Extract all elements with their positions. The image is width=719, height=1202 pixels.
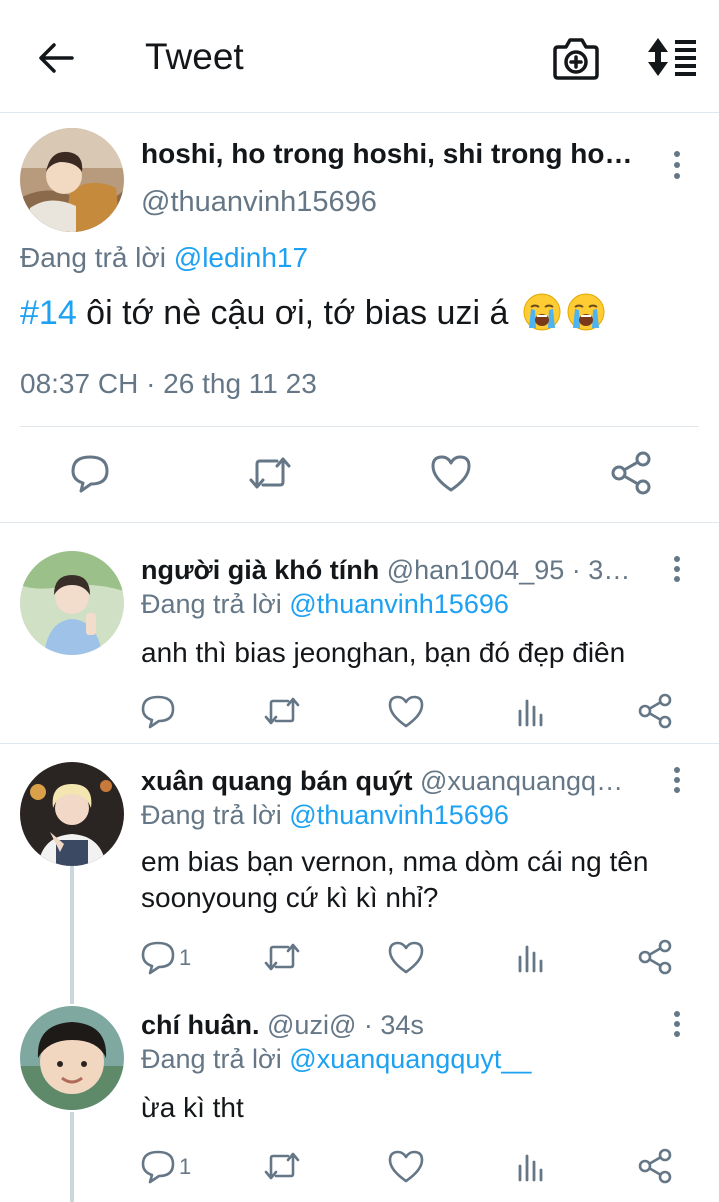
more-options-icon[interactable] [665, 764, 689, 796]
analytics-icon[interactable] [511, 937, 551, 977]
tweet-timestamp: 08:37 CH · 26 thg 11 23 [20, 368, 317, 399]
tweet-text: #14 ôi tớ nè cậu ơi, tớ bias uzi á [20, 292, 606, 333]
reply-count: 1 [179, 945, 192, 970]
camera-plus-icon[interactable] [552, 35, 600, 81]
retweet-icon[interactable] [247, 450, 293, 496]
user-handle-and-time: @han1004_95 · 3… [379, 555, 631, 585]
replying-to-mention[interactable]: @xuanquangquyt__ [289, 1044, 531, 1074]
share-icon[interactable] [608, 450, 654, 496]
replying-to-line: Đang trả lời @thuanvinh15696 [141, 800, 509, 831]
retweet-icon[interactable] [262, 1146, 302, 1186]
reply-icon[interactable] [138, 691, 178, 731]
like-icon[interactable] [386, 1146, 426, 1186]
replying-to-line: Đang trả lời @xuanquangquyt__ [141, 1044, 531, 1075]
replying-to-line: Đang trả lời @ledinh17 [20, 242, 308, 274]
display-name[interactable]: chí huân. [141, 1010, 260, 1040]
reply-icon[interactable] [138, 1146, 178, 1186]
arrow-left-icon[interactable] [36, 38, 76, 78]
tweet-body: ôi tớ nè cậu ơi, tớ bias uzi á [76, 294, 509, 332]
analytics-icon[interactable] [511, 691, 551, 731]
reply-header: chí huân. @uzi@ · 34s [141, 1010, 661, 1041]
display-name[interactable]: xuân quang bán quýt [141, 766, 413, 796]
reply-text: ừa kì tht [141, 1092, 244, 1123]
replying-to-mention[interactable]: @thuanvinh15696 [289, 800, 509, 830]
replying-to-mention[interactable]: @thuanvinh15696 [289, 589, 509, 619]
reply-header: xuân quang bán quýt @xuanquangq… [141, 766, 661, 797]
focused-tweet: hoshi, ho trong hoshi, shi trong ho… @th… [0, 114, 719, 522]
like-icon[interactable] [428, 450, 474, 496]
analytics-icon[interactable] [511, 1146, 551, 1186]
like-icon[interactable] [386, 691, 426, 731]
page-title: Tweet [145, 36, 244, 77]
hashtag-link[interactable]: #14 [20, 294, 77, 332]
sort-order-icon[interactable] [644, 36, 700, 78]
share-icon[interactable] [635, 691, 675, 731]
retweet-icon[interactable] [262, 937, 302, 977]
reply-text: anh thì bias jeonghan, bạn đó đẹp điên [141, 637, 626, 668]
loudly-crying-face-emoji [522, 292, 562, 332]
reply-tweet[interactable]: chí huân. @uzi@ · 34s Đang trả lời @xuan… [0, 990, 719, 1202]
reply-count: 1 [179, 1154, 192, 1179]
reply-tweet[interactable]: xuân quang bán quýt @xuanquangq… Đang tr… [0, 744, 719, 990]
avatar[interactable] [20, 551, 124, 655]
more-options-icon[interactable] [665, 553, 689, 585]
replying-to-label: Đang trả lời [20, 242, 166, 273]
reply-tweet[interactable]: người già khó tính @han1004_95 · 3… Đang… [0, 523, 719, 743]
top-app-bar: Tweet [0, 0, 719, 113]
replying-to-label: Đang trả lời [141, 589, 282, 619]
replying-to-mention[interactable]: @ledinh17 [174, 242, 308, 273]
share-icon[interactable] [635, 937, 675, 977]
like-icon[interactable] [386, 937, 426, 977]
user-handle[interactable]: @thuanvinh15696 [141, 186, 377, 219]
replying-to-label: Đang trả lời [141, 1044, 282, 1074]
display-name[interactable]: hoshi, ho trong hoshi, shi trong ho… [141, 138, 641, 170]
user-handle-and-time: @xuanquangq… [412, 766, 624, 796]
avatar[interactable] [20, 128, 124, 232]
reply-text: em bias bạn vernon, nma dòm cái ng tên s… [141, 846, 649, 913]
reply-header: người già khó tính @han1004_95 · 3… [141, 555, 661, 586]
user-handle-and-time: @uzi@ · 34s [259, 1010, 424, 1040]
more-options-icon[interactable] [665, 148, 689, 182]
share-icon[interactable] [635, 1146, 675, 1186]
more-options-icon[interactable] [665, 1008, 689, 1040]
divider [20, 426, 699, 427]
avatar[interactable] [20, 762, 124, 866]
replying-to-line: Đang trả lời @thuanvinh15696 [141, 589, 509, 620]
reply-icon[interactable] [138, 937, 178, 977]
retweet-icon[interactable] [262, 691, 302, 731]
replying-to-label: Đang trả lời [141, 800, 282, 830]
display-name[interactable]: người già khó tính [141, 555, 379, 585]
reply-icon[interactable] [67, 450, 113, 496]
loudly-crying-face-emoji [566, 292, 606, 332]
avatar[interactable] [20, 1006, 124, 1110]
